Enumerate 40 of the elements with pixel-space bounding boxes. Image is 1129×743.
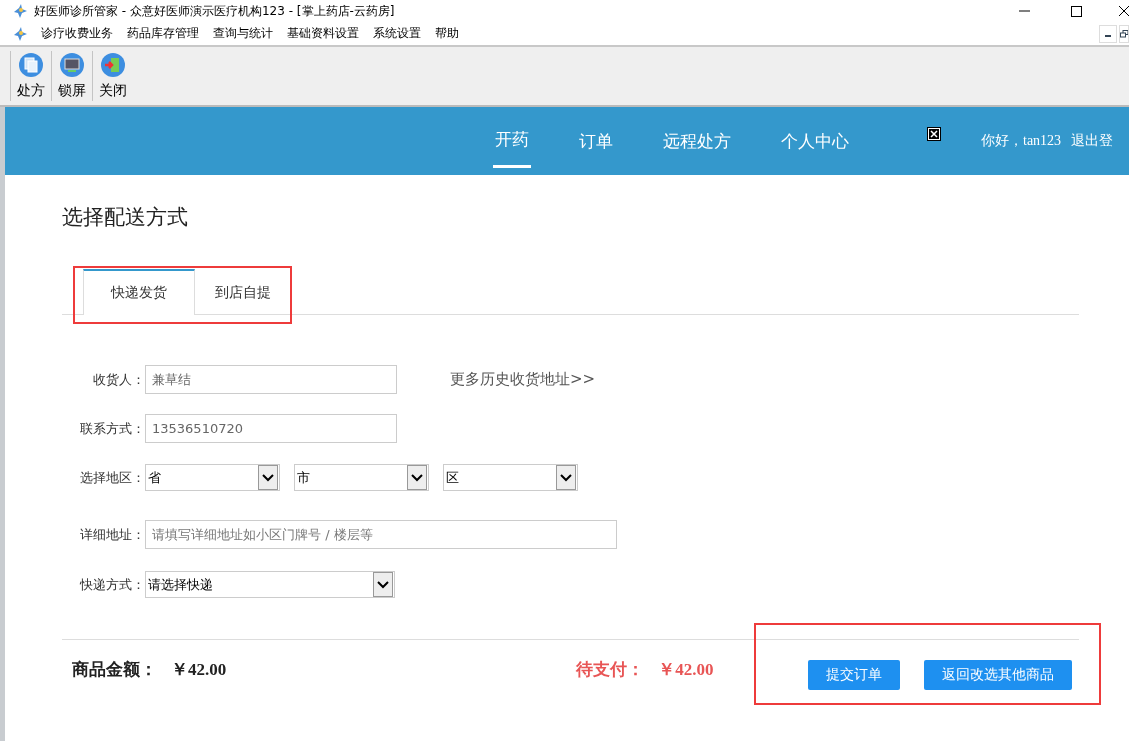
goods-amount: ￥42.00 — [171, 658, 227, 681]
amount-due: ￥42.00 — [658, 658, 714, 681]
window-title: 好医师诊所管家 - 众意好医师演示医疗机构123 - [掌上药店-云药房] — [34, 2, 395, 20]
menu-item[interactable]: 药品库存管理 — [120, 25, 206, 42]
menu-item[interactable]: 查询与统计 — [206, 25, 280, 42]
field-label: 联系方式： — [79, 419, 145, 438]
dropdown[interactable]: 市 — [294, 464, 429, 491]
menu-item[interactable]: 系统设置 — [366, 25, 428, 42]
history-address-link[interactable]: 更多历史收货地址>> — [450, 370, 596, 389]
dropdown[interactable]: 请选择快递 — [145, 571, 395, 598]
toolbar-button[interactable]: 锁屏 — [51, 51, 92, 101]
field-label: 详细地址： — [79, 525, 145, 544]
field-label: 快递方式： — [79, 575, 145, 594]
amount-due-label: 待支付： — [576, 658, 645, 681]
user-greeting: 你好，tan123 — [981, 132, 1062, 150]
field-label: 选择地区： — [79, 468, 145, 487]
text-input[interactable]: 13536510720 — [145, 414, 397, 443]
text-input[interactable]: 兼草结 — [145, 365, 397, 394]
documents-icon — [18, 52, 44, 78]
page-heading: 选择配送方式 — [62, 204, 189, 231]
delivery-tab[interactable]: 快递发货 — [83, 269, 195, 315]
address-input[interactable]: 请填写详细地址如小区门牌号 / 楼层等 — [145, 520, 617, 549]
monitor-icon — [59, 52, 85, 78]
minimize-icon[interactable] — [1099, 24, 1117, 43]
app-logo-icon — [12, 25, 28, 42]
menu-item[interactable]: 诊疗收费业务 — [34, 25, 120, 42]
exit-icon — [100, 52, 126, 78]
close-icon[interactable] — [1119, 5, 1129, 17]
restore-icon[interactable] — [1119, 24, 1129, 43]
dropdown[interactable]: 区 — [443, 464, 578, 491]
toolbar-button[interactable]: 处方 — [10, 51, 51, 101]
field-label: 收货人： — [92, 370, 145, 389]
toolbar-button[interactable]: 关闭 — [92, 51, 133, 101]
menu-item[interactable]: 帮助 — [428, 25, 466, 42]
maximize-icon[interactable] — [1070, 5, 1082, 17]
close-icon[interactable] — [927, 127, 941, 141]
dropdown[interactable]: 省 — [145, 464, 280, 491]
goods-amount-label: 商品金额： — [72, 658, 157, 681]
menu-item[interactable]: 基础资料设置 — [280, 25, 366, 42]
app-logo-icon — [12, 3, 28, 19]
